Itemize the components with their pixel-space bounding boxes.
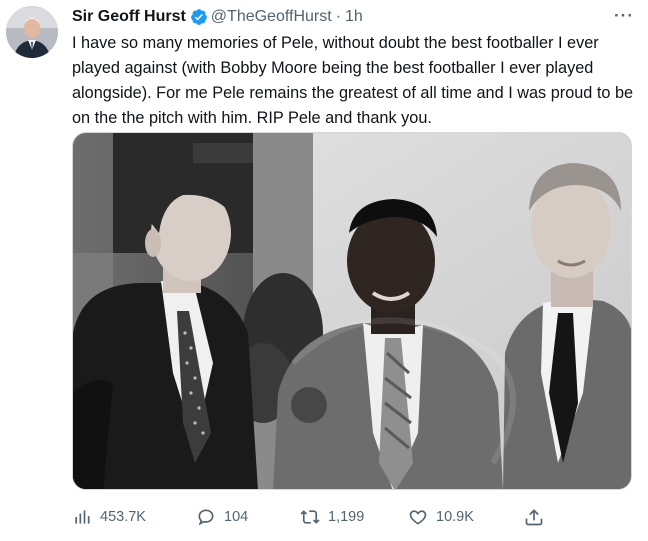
tweet-photo[interactable] bbox=[72, 132, 632, 490]
reply-action[interactable]: 104 bbox=[196, 507, 248, 527]
retweet-action[interactable]: 1,199 bbox=[300, 507, 364, 527]
tweet-timestamp[interactable]: 1h bbox=[345, 8, 363, 26]
author-name[interactable]: Sir Geoff Hurst bbox=[72, 8, 186, 26]
like-action[interactable]: 10.9K bbox=[408, 507, 474, 527]
retweet-icon bbox=[300, 510, 320, 524]
ellipsis-icon[interactable]: ··· bbox=[614, 6, 634, 26]
author-avatar[interactable] bbox=[6, 6, 58, 58]
speech-bubble-icon bbox=[198, 509, 214, 526]
views-count: 453.7K bbox=[100, 509, 146, 525]
tweet-header: Sir Geoff Hurst @TheGeoffHurst · 1h ··· bbox=[72, 6, 634, 28]
views-action[interactable]: 453.7K bbox=[72, 507, 146, 527]
tweet-text: I have so many memories of Pele, without… bbox=[72, 34, 634, 127]
retweet-count: 1,199 bbox=[328, 509, 365, 525]
author-handle[interactable]: @TheGeoffHurst bbox=[211, 8, 332, 26]
share-icon bbox=[525, 509, 543, 526]
reply-count: 104 bbox=[224, 509, 249, 525]
share-action[interactable] bbox=[524, 507, 552, 527]
heart-icon bbox=[409, 510, 427, 525]
verified-badge-icon bbox=[190, 9, 207, 25]
avatar-image bbox=[6, 6, 58, 58]
like-count: 10.9K bbox=[436, 509, 474, 525]
photo-image bbox=[73, 133, 631, 489]
separator-dot: · bbox=[335, 8, 342, 25]
tweet-actions: 453.7K 104 1,199 10.9K bbox=[72, 503, 632, 531]
bar-chart-icon bbox=[75, 510, 90, 524]
